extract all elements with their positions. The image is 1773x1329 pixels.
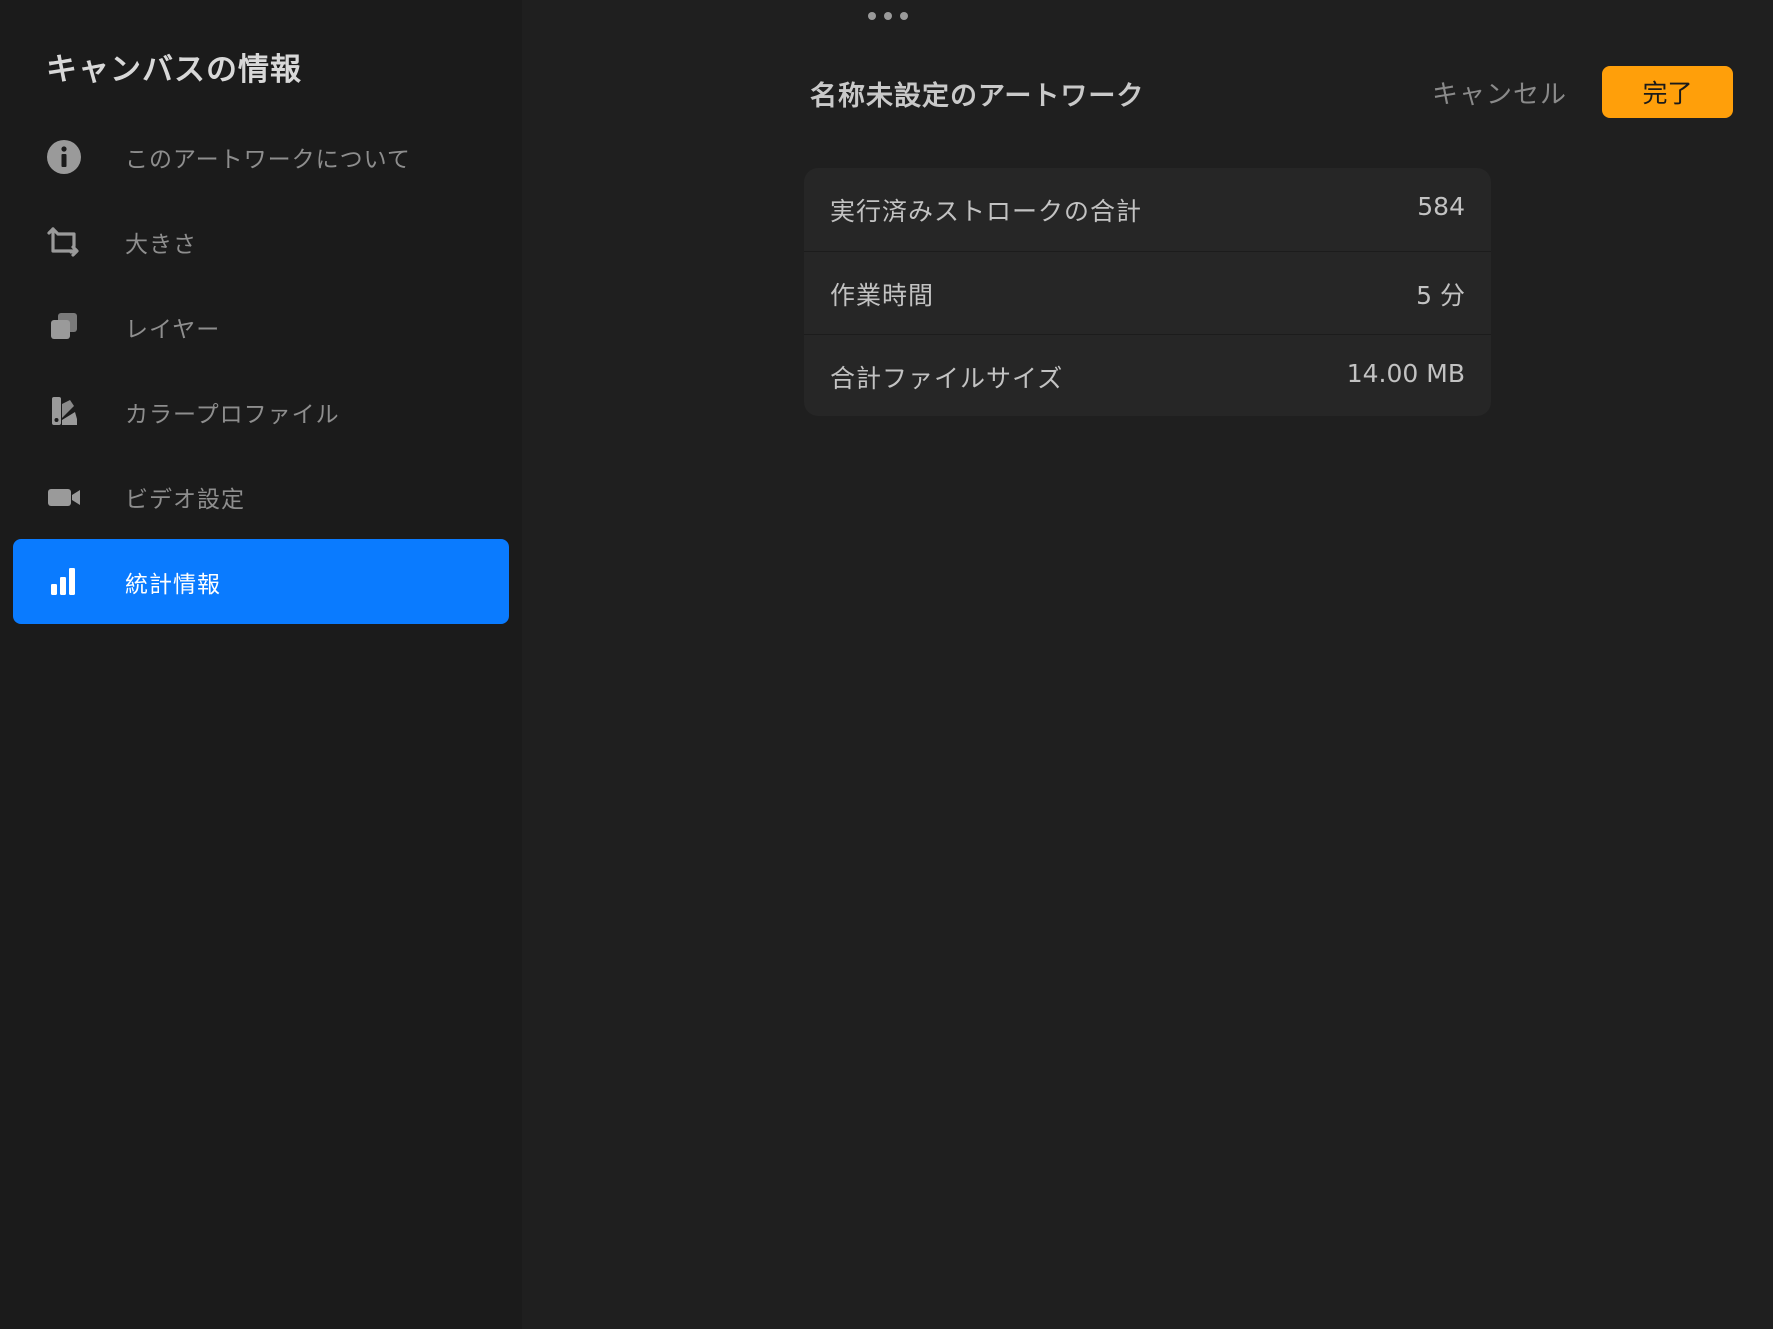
main-panel: 名称未設定のアートワーク キャンセル 完了 実行済みストロークの合計 584 作… — [522, 0, 1773, 1329]
sidebar-item-statistics[interactable]: 統計情報 — [13, 539, 509, 624]
sidebar-item-label: レイヤー — [125, 316, 221, 343]
sidebar-item-size[interactable]: 大きさ — [13, 199, 509, 284]
sidebar-item-layers[interactable]: レイヤー — [13, 284, 509, 369]
info-icon — [46, 139, 82, 175]
sidebar: キャンバスの情報 このアートワークについて 大きさ レイヤー カラープロファイル… — [0, 0, 522, 1329]
sidebar-item-color-profile[interactable]: カラープロファイル — [13, 369, 509, 454]
sidebar-item-label: 統計情報 — [125, 571, 221, 598]
sidebar-item-about[interactable]: このアートワークについて — [13, 114, 509, 199]
crop-icon — [46, 224, 82, 260]
video-camera-icon — [46, 479, 82, 515]
stats-row-value: 14.00 MB — [1346, 359, 1465, 388]
stats-row-value: 584 — [1417, 192, 1465, 221]
done-button[interactable]: 完了 — [1602, 66, 1733, 118]
stats-row-label: 実行済みストロークの合計 — [830, 197, 1143, 226]
statistics-card: 実行済みストロークの合計 584 作業時間 5 分 合計ファイルサイズ 14.0… — [804, 168, 1491, 416]
sidebar-item-label: カラープロファイル — [125, 401, 340, 428]
stats-row-label: 作業時間 — [830, 281, 935, 310]
stats-row-label: 合計ファイルサイズ — [830, 364, 1064, 393]
artwork-title: 名称未設定のアートワーク — [810, 81, 1145, 112]
color-swatch-icon — [46, 394, 82, 430]
stats-row-value: 5 分 — [1416, 281, 1465, 310]
sidebar-item-label: ビデオ設定 — [125, 486, 245, 513]
more-options-icon[interactable] — [868, 12, 908, 22]
sidebar-item-label: 大きさ — [125, 231, 197, 258]
sidebar-nav: このアートワークについて 大きさ レイヤー カラープロファイル ビデオ設定 統計… — [13, 114, 509, 624]
layers-icon — [46, 309, 82, 345]
cancel-button[interactable]: キャンセル — [1432, 74, 1567, 111]
sidebar-title: キャンバスの情報 — [46, 52, 302, 88]
sidebar-item-video-settings[interactable]: ビデオ設定 — [13, 454, 509, 539]
bar-chart-icon — [46, 564, 82, 600]
stats-row-working-time: 作業時間 5 分 — [804, 251, 1491, 334]
stats-row-total-strokes: 実行済みストロークの合計 584 — [804, 168, 1491, 251]
stats-row-file-size: 合計ファイルサイズ 14.00 MB — [804, 334, 1491, 416]
sidebar-item-label: このアートワークについて — [125, 146, 411, 173]
canvas-info-window: キャンバスの情報 このアートワークについて 大きさ レイヤー カラープロファイル… — [0, 0, 1773, 1329]
